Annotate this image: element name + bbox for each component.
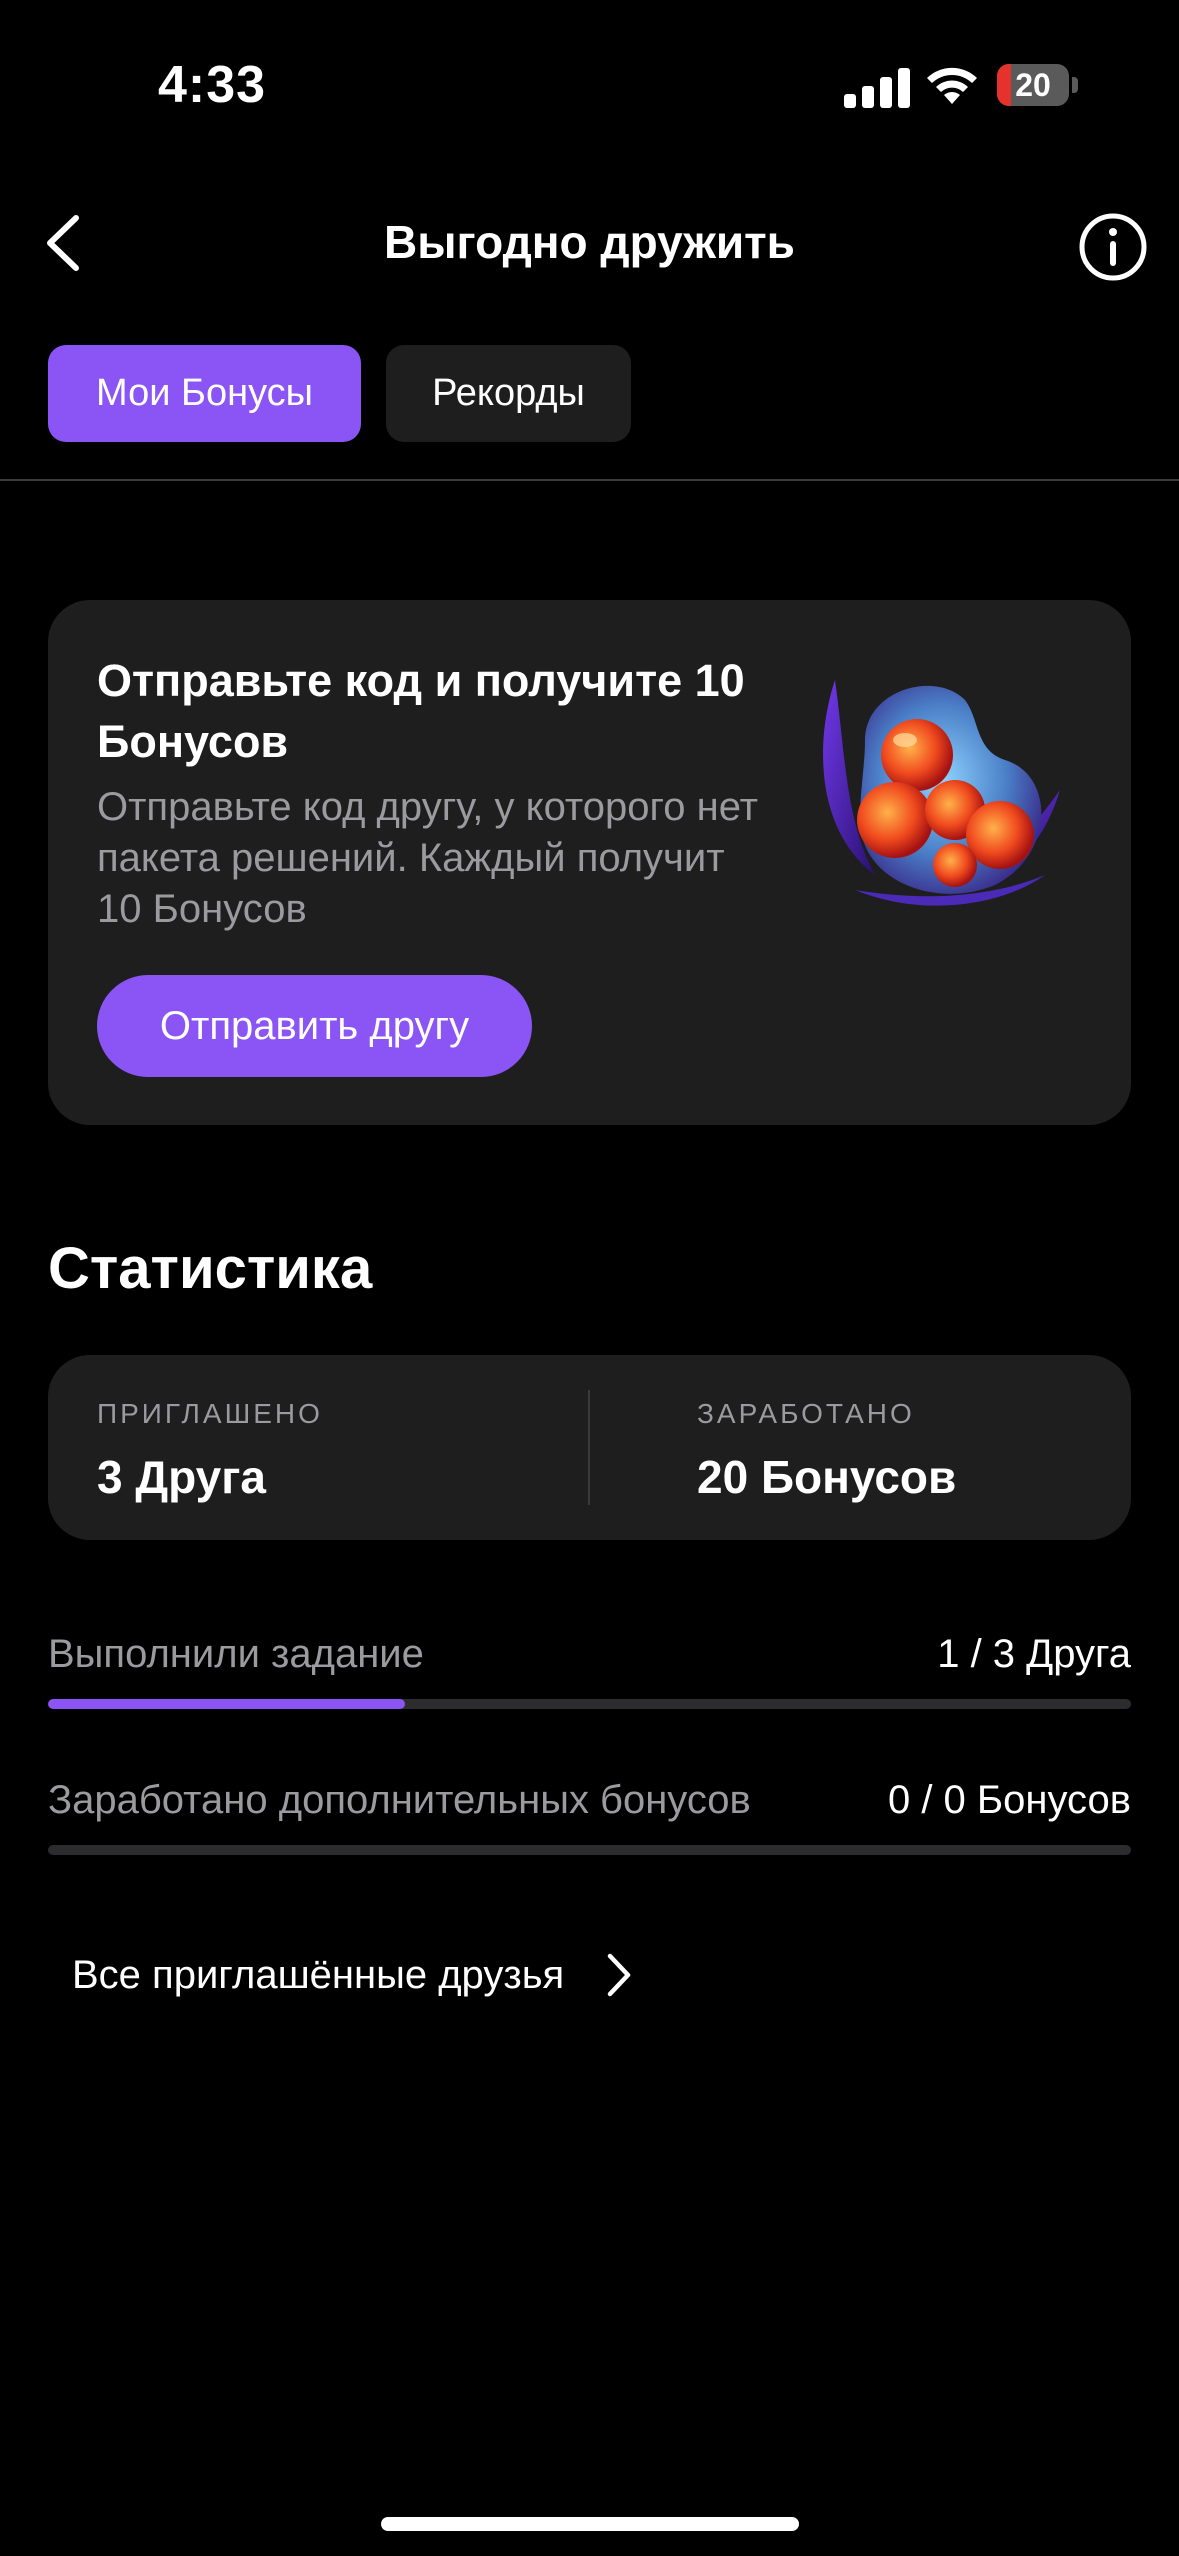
tab-my-bonuses[interactable]: Мои Бонусы xyxy=(48,345,361,442)
invited-label: ПРИГЛАШЕНО xyxy=(97,1398,323,1429)
info-circle-icon[interactable] xyxy=(1078,212,1148,282)
extra-bonuses-label: Заработано дополнительных бонусов xyxy=(48,1778,751,1822)
page-title: Выгодно дружить xyxy=(384,216,795,268)
completed-task-progress xyxy=(48,1699,1131,1709)
all-invited-friends-link[interactable]: Все приглашённые друзья xyxy=(72,1935,634,2015)
tab-records[interactable]: Рекорды xyxy=(386,345,631,442)
gem-icon xyxy=(823,680,1060,906)
wifi-icon xyxy=(927,67,977,104)
earned-value: 20 Бонусов xyxy=(697,1451,957,1503)
completed-task-value: 1 / 3 Друга xyxy=(937,1632,1131,1676)
extra-bonuses-progress xyxy=(48,1845,1131,1855)
tabs-divider xyxy=(0,479,1179,481)
completed-task-label: Выполнили задание xyxy=(48,1632,424,1676)
earned-label: ЗАРАБОТАНО xyxy=(697,1398,915,1429)
invited-value: 3 Друга xyxy=(97,1451,266,1503)
stats-heading: Статистика xyxy=(48,1236,373,1301)
battery-level: 20 xyxy=(1015,67,1051,103)
promo-description: Отправьте код другу, у которого нет паке… xyxy=(97,785,758,931)
stats-divider xyxy=(588,1390,590,1505)
battery-icon: 20 xyxy=(997,64,1078,106)
cellular-signal-icon xyxy=(844,66,910,108)
all-invited-friends-label: Все приглашённые друзья xyxy=(72,1952,565,1997)
home-indicator xyxy=(381,2517,799,2531)
extra-bonuses-value: 0 / 0 Бонусов xyxy=(887,1778,1131,1822)
chevron-right-icon xyxy=(607,1953,631,1997)
status-time: 4:33 xyxy=(158,56,267,114)
promo-title: Отправьте код и получите 10 Бонусов xyxy=(97,655,745,767)
send-to-friend-button[interactable]: Отправить другу xyxy=(97,975,532,1077)
